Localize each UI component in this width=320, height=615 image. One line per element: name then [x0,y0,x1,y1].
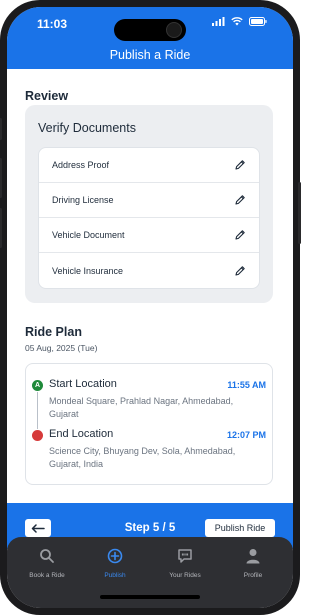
tab-your-rides[interactable]: Your Rides [150,547,220,579]
document-row-driving-license[interactable]: Driving License [39,183,259,218]
document-label: Address Proof [52,160,110,170]
wifi-icon [231,17,243,26]
start-location-title: Start Location [49,378,117,390]
battery-icon [249,17,267,26]
volume-down-button [0,208,2,248]
search-icon [40,549,54,563]
start-marker-icon: A [32,380,43,391]
tab-profile[interactable]: Profile [218,547,288,579]
publish-ride-button[interactable]: Publish Ride [205,519,275,537]
home-indicator [100,595,200,599]
pencil-icon[interactable] [234,229,246,241]
plus-circle-icon [107,548,123,564]
verify-documents-card: Verify Documents Address Proof Driving L… [25,105,273,303]
status-icons [212,17,267,26]
document-row-vehicle-document[interactable]: Vehicle Document [39,218,259,253]
tab-label: Your Rides [169,572,201,579]
pencil-icon[interactable] [234,194,246,206]
end-marker-icon [32,430,43,441]
phone-frame: 11:03 Publish a Ride Review Verify Docum… [0,0,301,615]
page-title: Publish a Ride [109,48,191,62]
ride-plan-heading: Ride Plan [25,325,82,339]
tab-book-a-ride[interactable]: Book a Ride [12,547,82,579]
pencil-icon[interactable] [234,265,246,277]
start-time: 11:55 AM [227,380,266,390]
document-label: Vehicle Insurance [52,265,124,276]
review-heading: Review [25,89,69,103]
tab-publish[interactable]: Publish [80,547,150,579]
tab-label: Publish [104,572,126,579]
camera-icon [166,22,182,38]
mute-switch [0,118,2,140]
end-time: 12:07 PM [226,430,266,440]
power-button [298,182,301,244]
person-icon [246,549,260,564]
status-time: 11:03 [37,17,68,31]
main-content[interactable]: Review Verify Documents Address Proof Dr… [7,69,293,503]
dynamic-island [114,19,186,41]
bottom-tab-bar: Book a Ride Publish Your Rides Profile [7,537,293,608]
tab-label: Profile [243,572,263,579]
pencil-icon[interactable] [234,159,246,171]
ride-date: 05 Aug, 2025 (Tue) [25,343,98,353]
ride-plan-card: A Start Location 11:55 AM Mondeal Square… [25,363,273,485]
chat-quote-icon [178,549,192,563]
document-label: Vehicle Document [52,230,125,240]
volume-up-button [0,158,2,198]
app-header: 11:03 Publish a Ride [7,7,293,69]
screen: 11:03 Publish a Ride Review Verify Docum… [7,7,293,608]
route-connector [37,392,38,429]
end-address: Science City, Bhuyang Dev, Sola, Ahmedab… [49,446,236,469]
signal-icon [212,17,225,26]
end-location-title: End Location [49,428,114,440]
tab-label: Book a Ride [29,572,65,579]
document-row-vehicle-insurance[interactable]: Vehicle Insurance [39,253,259,288]
document-row-address-proof[interactable]: Address Proof [39,148,259,183]
documents-list: Address Proof Driving License Vehicle Do… [38,147,260,289]
document-label: Driving License [52,195,114,205]
verify-documents-title: Verify Documents [38,121,136,135]
start-address: Mondeal Square, Prahlad Nagar, Ahmedabad… [49,396,234,419]
